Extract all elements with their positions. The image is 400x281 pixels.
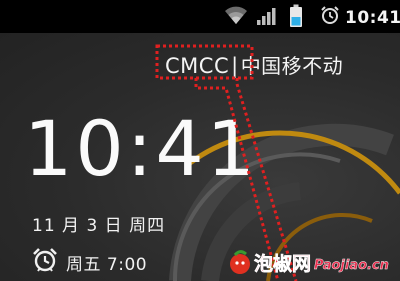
status-bar: 10:41 — [0, 0, 400, 33]
signal-icon — [257, 8, 276, 25]
watermark-logo: 泡椒网 Paojiao.cn — [230, 250, 389, 275]
carrier-label: CMCC| 中国移不动 — [165, 50, 343, 79]
lock-clock: 10:41 — [24, 104, 259, 193]
watermark-cn: 泡椒网 — [254, 252, 311, 275]
watermark-en: Paojiao.cn — [314, 258, 389, 273]
alarm-icon — [321, 6, 339, 24]
carrier-local-name: 中国移不动 — [240, 54, 344, 78]
wifi-icon — [225, 6, 247, 24]
lock-date: 11 月 3 日 周四 — [32, 216, 166, 236]
lock-screen: CMCC| 中国移不动 10:41 11 月 3 日 周四 周五 7:00 — [0, 33, 400, 281]
status-time: 10:41 — [345, 8, 400, 28]
alarm-clock-icon — [33, 248, 57, 272]
battery-icon — [290, 4, 302, 27]
carrier-name: CMCC — [165, 54, 230, 78]
carrier-separator: | — [231, 54, 239, 78]
next-alarm-label: 周五 7:00 — [66, 255, 148, 275]
